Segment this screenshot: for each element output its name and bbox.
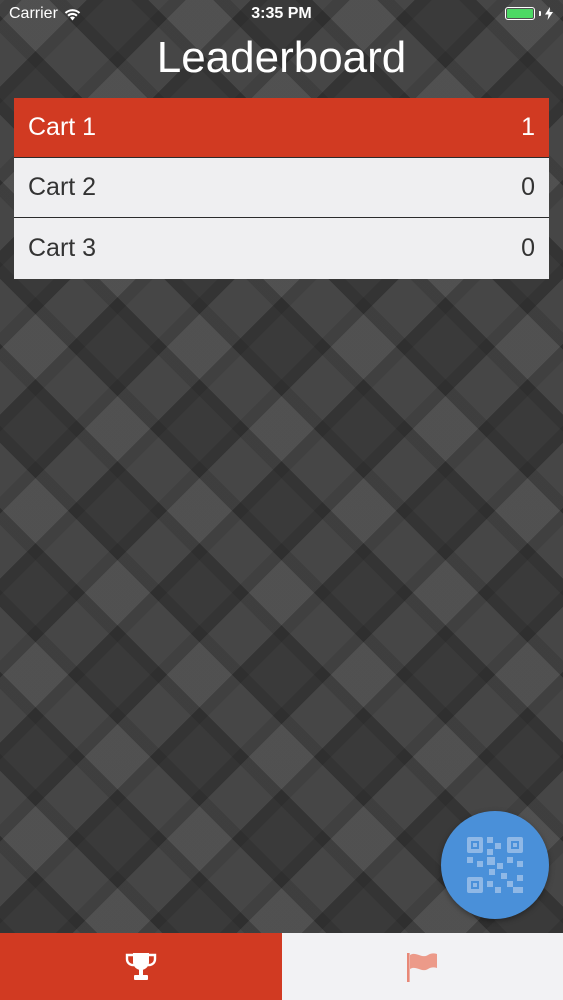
- battery-icon: [505, 7, 535, 20]
- tab-leaderboard[interactable]: [0, 933, 282, 1000]
- cart-score: 1: [521, 113, 535, 141]
- tab-bar: [0, 933, 563, 1000]
- flag-icon: [407, 952, 438, 982]
- page-title: Leaderboard: [156, 33, 407, 82]
- cart-score: 0: [521, 234, 535, 262]
- cart-name: Cart 2: [28, 173, 97, 201]
- trophy-icon: [125, 952, 156, 980]
- leaderboard-row[interactable]: Cart 2 0: [14, 158, 549, 218]
- leaderboard-list: Cart 1 1 Cart 2 0 Cart 3 0: [14, 98, 549, 279]
- leaderboard-row[interactable]: Cart 3 0: [14, 218, 549, 279]
- status-time: 3:35 PM: [251, 5, 312, 22]
- leaderboard-row[interactable]: Cart 1 1: [14, 98, 549, 158]
- cart-name: Cart 1: [28, 113, 97, 141]
- scan-qr-button[interactable]: [441, 811, 549, 919]
- tab-flag[interactable]: [281, 933, 563, 1000]
- battery-indicator: [505, 7, 553, 20]
- cart-score: 0: [521, 173, 535, 201]
- status-bar: Carrier 3:35 PM: [0, 0, 563, 30]
- charging-bolt-icon: [545, 7, 553, 20]
- battery-fill: [507, 9, 533, 18]
- qr-code-icon: [467, 837, 523, 893]
- battery-tip: [539, 11, 541, 16]
- cart-name: Cart 3: [28, 234, 97, 262]
